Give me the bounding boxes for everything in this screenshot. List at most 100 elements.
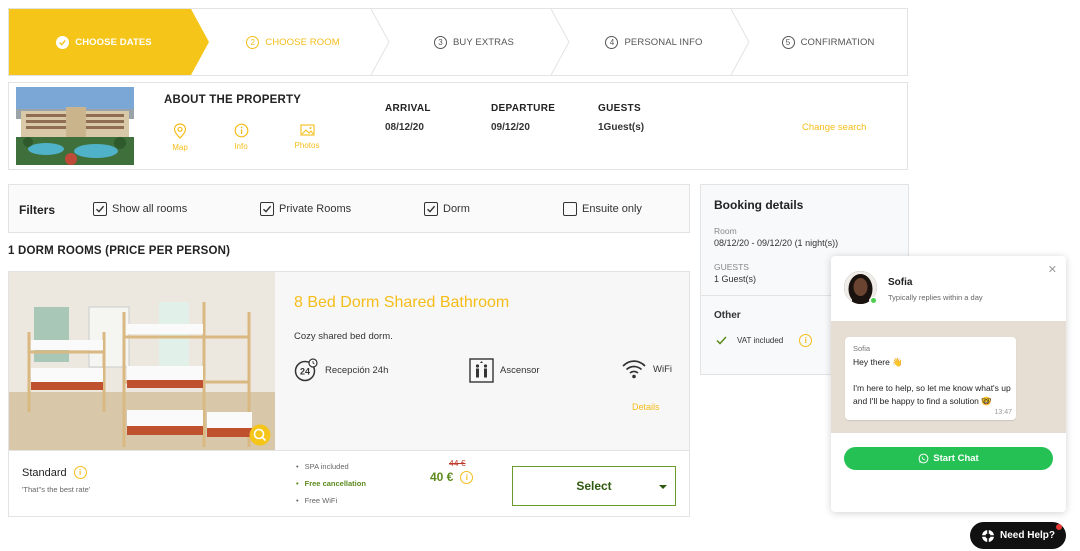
select-rate-button[interactable]: Select xyxy=(512,466,676,506)
elevator-icon xyxy=(469,358,494,383)
check-icon xyxy=(56,35,70,49)
step-label: PERSONAL INFO xyxy=(624,36,703,48)
filter-label: Dorm xyxy=(443,203,470,215)
step-number: 5 xyxy=(781,35,795,49)
checkbox-checked-icon[interactable] xyxy=(93,202,107,216)
room-description: Cozy shared bed dorm. xyxy=(294,331,393,342)
booking-title: Booking details xyxy=(714,198,804,212)
filter-label: Private Rooms xyxy=(279,203,352,215)
step-number: 4 xyxy=(605,35,619,49)
rate-features: SPA included Free cancellation Free WiFi xyxy=(296,462,366,513)
info-icon[interactable]: i xyxy=(73,466,87,479)
notification-badge xyxy=(1056,524,1062,530)
departure-value: 09/12/20 xyxy=(491,122,530,133)
chat-background: Sofia Hey there 👋 I'm here to help, so l… xyxy=(831,321,1066,433)
select-label: Select xyxy=(576,479,612,493)
amenity-reception: 24 Recepción 24h xyxy=(294,358,388,383)
online-status-dot xyxy=(870,297,877,304)
booking-guests-value: 1 Guest(s) xyxy=(714,274,757,284)
arrival-column: ARRIVAL 08/12/20 xyxy=(385,103,431,133)
guests-value: 1Guest(s) xyxy=(598,122,645,133)
checkbox-checked-icon[interactable] xyxy=(260,202,274,216)
chat-message-bubble: Sofia Hey there 👋 I'm here to help, so l… xyxy=(845,337,1016,420)
price-value: 40 € xyxy=(430,470,454,484)
rate-subtitle: 'That''s the best rate' xyxy=(22,485,91,494)
photo-icon xyxy=(299,124,315,136)
room-info: 8 Bed Dorm Shared Bathroom Cozy shared b… xyxy=(275,272,689,450)
guests-label: GUESTS xyxy=(598,103,641,114)
amenity-label: WiFi xyxy=(653,363,672,375)
filters-bar: Filters Show all rooms Private Rooms Dor… xyxy=(8,184,690,233)
lifebuoy-icon xyxy=(981,529,994,542)
arrival-value: 08/12/20 xyxy=(385,122,424,133)
message-time: 13:47 xyxy=(994,409,1012,416)
rate-feature: SPA included xyxy=(296,462,366,471)
section-title: 1 DORM ROOMS (PRICE PER PERSON) xyxy=(8,245,231,257)
arrival-label: ARRIVAL xyxy=(385,103,431,114)
departure-label: DEPARTURE xyxy=(491,103,556,114)
room-card: 8 Bed Dorm Shared Bathroom Cozy shared b… xyxy=(8,271,690,517)
room-photo[interactable] xyxy=(9,272,275,450)
room-details-link[interactable]: Details xyxy=(632,402,660,412)
whatsapp-icon xyxy=(918,453,929,464)
filter-show-all-rooms[interactable]: Show all rooms xyxy=(93,202,187,216)
checkbox-checked-icon[interactable] xyxy=(424,202,438,216)
zoom-icon[interactable] xyxy=(249,424,271,446)
amenity-label: Recepción 24h xyxy=(325,365,389,376)
amenity-elevator: Ascensor xyxy=(469,358,540,383)
reception-24h-icon: 24 xyxy=(294,358,318,382)
step-number: 3 xyxy=(433,35,447,49)
booking-room-label: Room xyxy=(714,226,737,236)
change-search-link[interactable]: Change search xyxy=(802,122,866,133)
amenity-wifi: WiFi xyxy=(621,358,672,380)
checkbox-unchecked-icon[interactable] xyxy=(563,202,577,216)
filter-label: Show all rooms xyxy=(112,203,188,215)
rate-feature: Free WiFi xyxy=(296,496,366,505)
amenity-label: Ascensor xyxy=(500,365,540,376)
step-number: 2 xyxy=(246,35,260,49)
price: 40 € i xyxy=(430,470,474,484)
start-chat-label: Start Chat xyxy=(933,453,979,464)
chat-widget: ✕ Sofia Typically replies within a day S… xyxy=(831,256,1066,512)
step-choose-dates[interactable]: CHOOSE DATES xyxy=(9,9,199,75)
booking-guests-label: GUESTS xyxy=(714,262,749,272)
property-photo[interactable] xyxy=(16,87,134,165)
step-label: BUY EXTRAS xyxy=(452,36,514,48)
need-help-button[interactable]: Need Help? xyxy=(970,522,1066,549)
rate-feature: Free cancellation xyxy=(296,479,366,488)
info-link[interactable]: Info xyxy=(221,123,261,151)
wifi-icon xyxy=(622,360,646,379)
info-link-label: Info xyxy=(234,142,248,151)
map-pin-icon xyxy=(173,123,187,139)
rate-title: Standard i xyxy=(22,466,87,479)
map-link[interactable]: Map xyxy=(160,123,200,152)
start-chat-button[interactable]: Start Chat xyxy=(844,447,1053,470)
info-icon xyxy=(234,123,248,138)
filter-label: Ensuite only xyxy=(582,203,642,215)
caret-down-icon xyxy=(659,485,667,489)
step-buy-extras[interactable]: 3 BUY EXTRAS xyxy=(384,9,564,75)
booking-room-value: 08/12/20 - 09/12/20 (1 night(s)) xyxy=(714,238,839,248)
close-icon[interactable]: ✕ xyxy=(1048,263,1057,276)
step-choose-room[interactable]: 2 CHOOSE ROOM xyxy=(209,9,377,75)
filter-ensuite-only[interactable]: Ensuite only xyxy=(563,202,642,216)
info-icon[interactable]: i xyxy=(799,334,813,347)
step-confirmation[interactable]: 5 CONFIRMATION xyxy=(749,9,907,75)
svg-text:24: 24 xyxy=(300,367,310,377)
vat-row: VAT included i xyxy=(716,334,813,347)
photos-link[interactable]: Photos xyxy=(287,123,327,150)
about-property-title: ABOUT THE PROPERTY xyxy=(164,94,302,106)
photos-link-label: Photos xyxy=(294,141,320,150)
filter-private-rooms[interactable]: Private Rooms xyxy=(260,202,351,216)
old-price: 44 € xyxy=(449,458,466,468)
need-help-label: Need Help? xyxy=(999,530,1055,541)
booking-stepper: CHOOSE DATES 2 CHOOSE ROOM 3 BUY EXTRAS … xyxy=(8,8,908,76)
chat-agent-name: Sofia xyxy=(888,277,913,288)
filter-dorm[interactable]: Dorm xyxy=(424,202,470,216)
step-personal-info[interactable]: 4 PERSONAL INFO xyxy=(564,9,744,75)
info-icon[interactable]: i xyxy=(460,470,474,484)
step-label: CHOOSE DATES xyxy=(75,36,152,48)
room-name[interactable]: 8 Bed Dorm Shared Bathroom xyxy=(294,294,509,312)
message-line: Hey there 👋 xyxy=(853,357,903,367)
message-line: I'm here to help, so let me know what's … xyxy=(853,383,1011,406)
